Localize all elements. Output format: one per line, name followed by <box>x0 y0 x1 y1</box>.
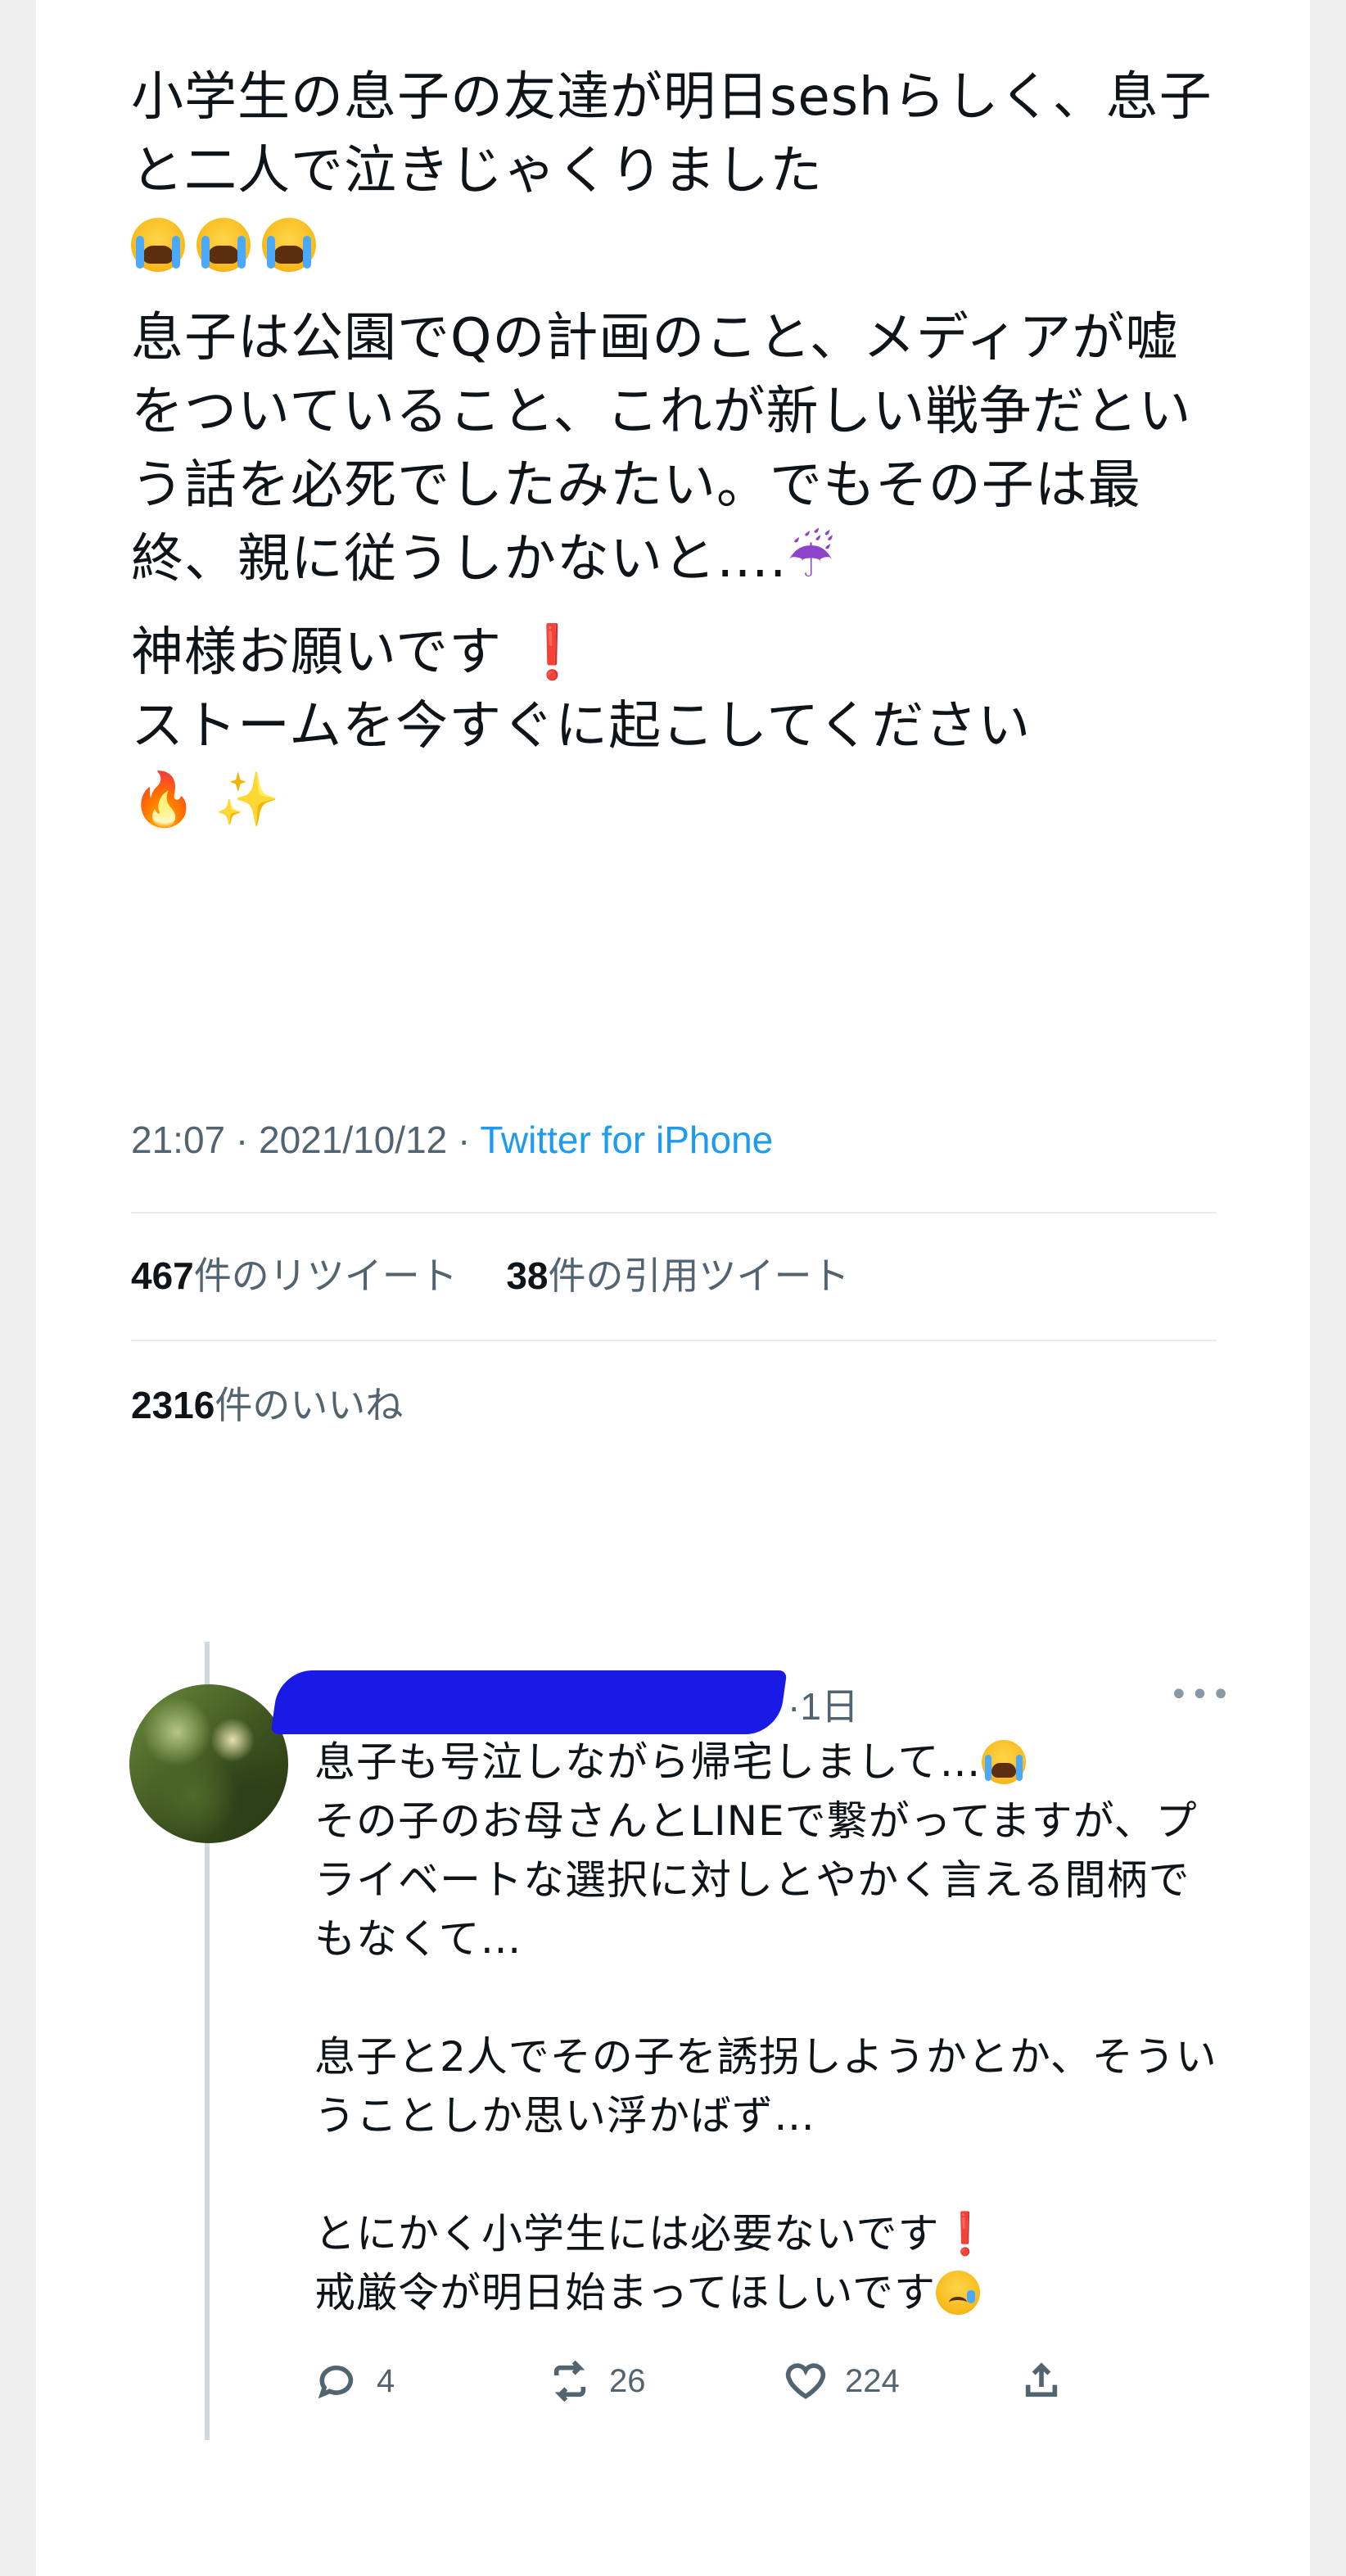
exclamation-icon: ❗ <box>519 622 586 683</box>
meta-separator: · <box>458 1119 471 1161</box>
loudly-crying-face-icon <box>131 218 185 272</box>
likes-stats: 2316件のいいね <box>131 1376 403 1430</box>
tweet-time: 21:07 <box>131 1119 226 1161</box>
redacted-username <box>270 1670 788 1734</box>
heart-icon <box>785 2363 826 2399</box>
retweet-button[interactable]: 26 <box>547 2358 646 2404</box>
tweet-paragraph-1: 小学生の息子の友達が明日seshらしく、息子と二人で泣きじゃくりました <box>131 61 1228 282</box>
retweet-icon <box>553 2360 586 2402</box>
retweet-count: 26 <box>609 2362 646 2399</box>
tweet-source-link[interactable]: Twitter for iPhone <box>480 1119 773 1161</box>
reply-button[interactable]: 4 <box>314 2358 395 2404</box>
reply-action-bar: 4 26 224 <box>314 2358 1092 2407</box>
fire-icon: 🔥 <box>131 770 197 830</box>
tweet-meta: 21:07 · 2021/10/12 · Twitter for iPhone <box>131 1118 773 1162</box>
reply-icon <box>318 2365 354 2399</box>
loudly-crying-face-icon <box>262 218 316 272</box>
meta-separator: · <box>235 1119 249 1161</box>
divider <box>131 1212 1217 1213</box>
tweet-date[interactable]: 2021/10/12 <box>259 1119 447 1161</box>
exclamation-icon: ❗ <box>939 2210 991 2257</box>
likes-link[interactable]: 2316件のいいね <box>131 1384 403 1426</box>
more-options-icon[interactable]: ••• <box>1169 1679 1231 1711</box>
reply-text: 息子も号泣しながら帰宅しまして… その子のお母さんとLINEで繋がってますが、プラ… <box>314 1733 1223 2381</box>
reply-timestamp[interactable]: ·1日 <box>788 1677 859 1731</box>
like-button[interactable]: 224 <box>783 2358 900 2404</box>
sparkles-icon: ✨ <box>215 770 281 830</box>
share-button[interactable] <box>1019 2358 1064 2404</box>
tweet-text: 小学生の息子の友達が明日seshらしく、息子と二人で泣きじゃくりました 息子は公… <box>131 61 1228 856</box>
tweet-paragraph-3: 神様お願いです ❗ ストームを今すぐに起こしてください 🔥 ✨ <box>131 622 1032 830</box>
loudly-crying-face-icon <box>196 218 251 272</box>
tweet-paragraph-2: 息子は公園でQの計画のこと、メディアが嘘をついていること、これが新しい戦争だとい… <box>131 308 1192 590</box>
like-count: 224 <box>845 2362 900 2399</box>
quote-tweets-link[interactable]: 38件の引用ツイート <box>506 1254 849 1297</box>
reply-paragraph-2: 息子と2人でその子を誘拐しようかとか、そういうことしか思い浮かばず… <box>314 2033 1217 2140</box>
loudly-crying-face-icon <box>981 1740 1026 1784</box>
divider <box>131 1340 1217 1341</box>
reply-count: 4 <box>377 2362 395 2399</box>
retweet-stats: 467件のリツイート 38件の引用ツイート <box>131 1246 849 1300</box>
avatar[interactable] <box>129 1684 288 1843</box>
umbrella-rain-icon: ☔ <box>787 529 835 590</box>
retweets-link[interactable]: 467件のリツイート <box>131 1254 458 1297</box>
reply-paragraph-1: 息子も号泣しながら帰宅しまして… その子のお母さんとLINEで繋がってますが、プラ… <box>314 1738 1198 1963</box>
reply-paragraph-3: とにかく小学生には必要ないです❗ 戒厳令が明日始まってほしいです <box>314 2210 991 2316</box>
crying-face-icon <box>936 2271 980 2315</box>
share-icon <box>1025 2362 1058 2397</box>
